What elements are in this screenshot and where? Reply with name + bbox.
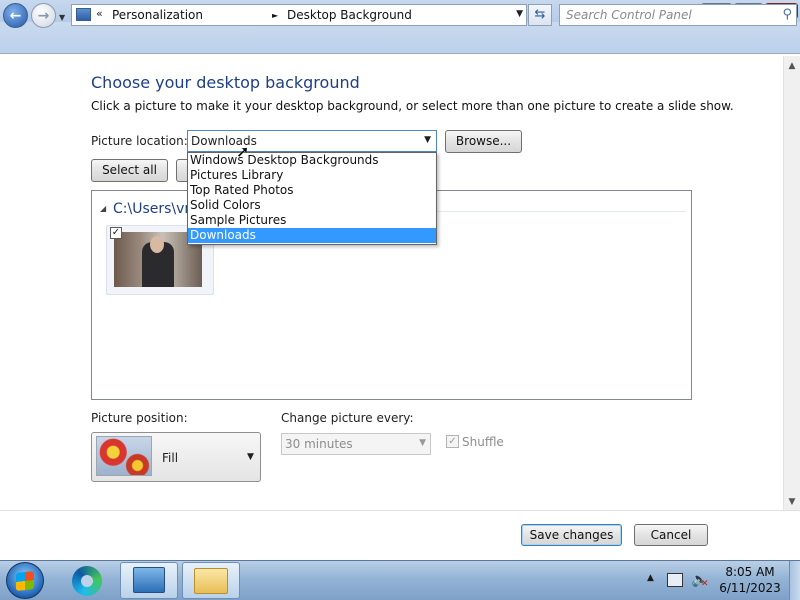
- control-panel-icon[interactable]: [133, 567, 165, 593]
- shuffle-checkbox[interactable]: ✓: [446, 435, 459, 448]
- cancel-button[interactable]: Cancel: [634, 524, 708, 546]
- back-button[interactable]: ←: [3, 3, 28, 28]
- control-panel-icon: [76, 8, 91, 21]
- save-changes-button[interactable]: Save changes: [521, 524, 622, 546]
- change-picture-label: Change picture every:: [281, 411, 414, 425]
- select-all-button[interactable]: Select all: [91, 159, 168, 182]
- chevron-down-icon[interactable]: ▼: [419, 438, 426, 448]
- picture-location-dropdown-list[interactable]: Windows Desktop Backgrounds Pictures Lib…: [187, 152, 437, 245]
- forward-button[interactable]: →: [31, 3, 56, 28]
- option-pictures-library[interactable]: Pictures Library: [188, 168, 436, 183]
- refresh-button[interactable]: ⇆: [528, 4, 552, 26]
- folder-group-label: C:\Users\vm: [113, 201, 199, 217]
- picture-position-value: Fill: [162, 451, 179, 465]
- vertical-scrollbar[interactable]: ▲ ▼: [783, 56, 800, 510]
- show-hidden-icons-icon[interactable]: ▲: [647, 573, 654, 583]
- edge-icon[interactable]: [72, 566, 102, 596]
- breadcrumb-personalization[interactable]: Personalization: [112, 8, 203, 22]
- address-dropdown-icon[interactable]: ▼: [516, 9, 523, 19]
- mouse-cursor-icon: ➚: [236, 142, 250, 161]
- show-desktop-button[interactable]: [789, 561, 800, 600]
- search-icon[interactable]: ⚲: [782, 7, 792, 22]
- file-explorer-icon[interactable]: [194, 568, 228, 594]
- option-downloads[interactable]: Downloads: [188, 228, 436, 243]
- change-picture-combobox[interactable]: 30 minutes ▼: [281, 433, 431, 455]
- page-title: Choose your desktop background: [91, 73, 360, 92]
- picture-location-label: Picture location:: [91, 134, 188, 148]
- address-overflow-chevron[interactable]: «: [96, 7, 103, 20]
- volume-muted-icon: ✕: [701, 579, 709, 589]
- clock-time[interactable]: 8:05 AM: [715, 565, 785, 579]
- windows-logo-icon: [16, 571, 34, 591]
- change-picture-value: 30 minutes: [285, 437, 353, 451]
- network-icon[interactable]: [667, 573, 683, 587]
- navigation-bar: [0, 22, 800, 54]
- thumbnail-checkbox[interactable]: ✓: [110, 227, 122, 239]
- forward-arrow-icon: →: [37, 7, 50, 24]
- scroll-up-icon[interactable]: ▲: [784, 58, 800, 74]
- search-input[interactable]: Search Control Panel ⚲: [559, 4, 797, 26]
- option-windows-desktop-backgrounds[interactable]: Windows Desktop Backgrounds: [188, 153, 436, 168]
- footer-divider: [0, 510, 800, 511]
- breadcrumb-separator-icon[interactable]: ►: [272, 11, 278, 20]
- option-solid-colors[interactable]: Solid Colors: [188, 198, 436, 213]
- clock-date[interactable]: 6/11/2023: [715, 581, 785, 595]
- chevron-down-icon[interactable]: ▼: [424, 135, 431, 145]
- address-bar[interactable]: « Personalization ► Desktop Background ▼: [71, 4, 527, 26]
- picture-position-label: Picture position:: [91, 411, 188, 425]
- picture-location-combobox[interactable]: Downloads ▼: [187, 130, 437, 152]
- browse-button[interactable]: Browse...: [445, 130, 522, 153]
- chevron-down-icon[interactable]: ▼: [247, 452, 254, 462]
- search-placeholder: Search Control Panel: [566, 8, 692, 22]
- scroll-down-icon[interactable]: ▼: [784, 494, 800, 510]
- option-sample-pictures[interactable]: Sample Pictures: [188, 213, 436, 228]
- back-arrow-icon: ←: [9, 7, 22, 24]
- option-top-rated-photos[interactable]: Top Rated Photos: [188, 183, 436, 198]
- start-button[interactable]: [6, 562, 44, 599]
- page-subtitle: Click a picture to make it your desktop …: [91, 99, 734, 113]
- breadcrumb-desktop-background[interactable]: Desktop Background: [287, 8, 412, 22]
- picture-position-preview: [96, 436, 152, 476]
- recent-pages-dropdown[interactable]: ▼: [59, 13, 65, 22]
- collapse-group-icon[interactable]: ◢: [100, 204, 106, 213]
- thumbnail-face: [150, 236, 164, 253]
- shuffle-label: Shuffle: [462, 435, 504, 449]
